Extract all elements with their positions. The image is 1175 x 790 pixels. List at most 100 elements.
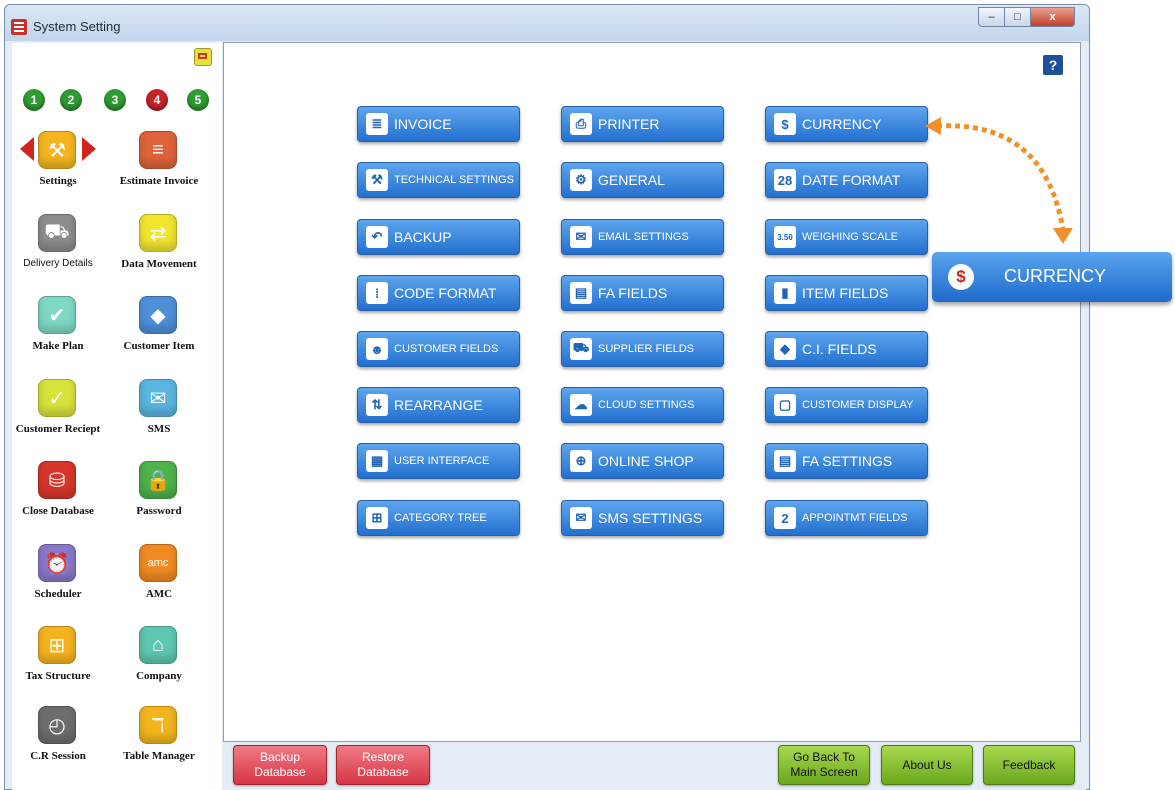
about-us-button[interactable]: About Us [881, 745, 973, 785]
technical-settings-icon: ⚒ [366, 169, 388, 191]
fa-fields-button[interactable]: ▤ FA FIELDS [561, 275, 724, 311]
button-label: C.I. FIELDS [802, 341, 877, 357]
sidebar-item-sms[interactable]: ✉ SMS [109, 379, 209, 449]
page-dot-1[interactable]: 1 [23, 89, 45, 111]
appointmt-fields-button[interactable]: 2 APPOINTMT FIELDS [765, 500, 928, 536]
email-settings-button[interactable]: ✉ EMAIL SETTINGS [561, 219, 724, 255]
app-icon [11, 19, 27, 35]
backup-icon: ↶ [366, 226, 388, 248]
minimize-button[interactable]: – [978, 7, 1005, 27]
sidebar-item-password[interactable]: 🔒 Password [109, 461, 209, 531]
customer-display-button[interactable]: ▢ CUSTOMER DISPLAY [765, 387, 928, 423]
fa-fields-icon: ▤ [570, 282, 592, 304]
sidebar-item-make-plan[interactable]: ✔ Make Plan [8, 296, 108, 366]
sms-settings-button[interactable]: ✉ SMS SETTINGS [561, 500, 724, 536]
sidebar-item-close-database[interactable]: ⛁ Close Database [8, 461, 108, 531]
printer-icon: ⎙ [570, 113, 592, 135]
sidebar-item-customer-reciept[interactable]: ✓ Customer Reciept [8, 379, 108, 449]
help-button[interactable]: ? [1043, 55, 1063, 75]
sidebar-item-settings[interactable]: ⚒ Settings [8, 131, 108, 201]
feedback-button[interactable]: Feedback [983, 745, 1075, 785]
category-tree-button[interactable]: ⊞ CATEGORY TREE [357, 500, 520, 536]
sidebar-item-data-movement[interactable]: ⇄ Data Movement [109, 214, 209, 284]
button-label: CURRENCY [802, 116, 882, 132]
email-icon: ✉ [570, 226, 592, 248]
scheduler-icon: ⏰ [38, 544, 76, 582]
sidebar-item-table-manager[interactable]: ℸ Table Manager [109, 706, 209, 776]
currency-icon: $ [948, 264, 974, 290]
button-label: EMAIL SETTINGS [598, 231, 689, 243]
printer-button[interactable]: ⎙ PRINTER [561, 106, 724, 142]
sidebar-item-customer-item[interactable]: ◆ Customer Item [109, 296, 209, 366]
prev-arrow-icon[interactable] [20, 137, 34, 161]
sidebar-item-scheduler[interactable]: ⏰ Scheduler [8, 544, 108, 614]
button-label: PRINTER [598, 116, 660, 132]
collapse-panel-icon[interactable] [194, 48, 212, 66]
category-tree-icon: ⊞ [366, 507, 388, 529]
close-button[interactable]: x [1030, 7, 1075, 27]
rearrange-button[interactable]: ⇅ REARRANGE [357, 387, 520, 423]
page-dot-5[interactable]: 5 [187, 89, 209, 111]
window-title: System Setting [33, 19, 121, 34]
user-interface-icon: ▦ [366, 450, 388, 472]
sidebar-item-amc[interactable]: amc AMC [109, 544, 209, 614]
gear-icon: ⚙ [570, 169, 592, 191]
item-fields-button[interactable]: ▮ ITEM FIELDS [765, 275, 928, 311]
customer-fields-button[interactable]: ☻ CUSTOMER FIELDS [357, 331, 520, 367]
currency-button[interactable]: $ CURRENCY [765, 106, 928, 142]
page-dot-3[interactable]: 3 [104, 89, 126, 111]
c-i-fields-button[interactable]: ◆ C.I. FIELDS [765, 331, 928, 367]
sidebar-item-company[interactable]: ⌂ Company [109, 626, 209, 696]
customer-item-icon: ◆ [139, 296, 177, 334]
page-dot-2[interactable]: 2 [60, 89, 82, 111]
backup-button[interactable]: ↶ BACKUP [357, 219, 520, 255]
estimate-invoice-icon: ≡ [139, 131, 177, 169]
sidebar-item-label: Estimate Invoice [119, 175, 199, 187]
supplier-fields-button[interactable]: ⛟ SUPPLIER FIELDS [561, 331, 724, 367]
data-movement-icon: ⇄ [139, 214, 177, 252]
backup-database-button[interactable]: Backup Database [233, 745, 327, 785]
next-arrow-icon[interactable] [82, 137, 96, 161]
user-interface-button[interactable]: ▦ USER INTERFACE [357, 443, 520, 479]
cloud-settings-button[interactable]: ☁ CLOUD SETTINGS [561, 387, 724, 423]
table-manager-icon: ℸ [139, 706, 177, 744]
sms-icon: ✉ [139, 379, 177, 417]
sidebar-item-label: Company [136, 670, 182, 682]
globe-icon: ⊕ [570, 450, 592, 472]
supplier-truck-icon: ⛟ [570, 338, 592, 360]
code-format-button[interactable]: ⁞ CODE FORMAT [357, 275, 520, 311]
sidebar-item-c-r-session[interactable]: ◴ C.R Session [8, 706, 108, 776]
restore-database-button[interactable]: Restore Database [336, 745, 430, 785]
sidebar-item-label: Make Plan [32, 340, 84, 352]
online-shop-button[interactable]: ⊕ ONLINE SHOP [561, 443, 724, 479]
maximize-button[interactable]: □ [1004, 7, 1031, 27]
button-label: SUPPLIER FIELDS [598, 343, 694, 355]
customer-fields-icon: ☻ [366, 338, 388, 360]
button-label: REARRANGE [394, 397, 483, 413]
date-format-button[interactable]: 28 DATE FORMAT [765, 162, 928, 198]
page-dot-4[interactable]: 4 [146, 89, 168, 111]
general-button[interactable]: ⚙ GENERAL [561, 162, 724, 198]
technical-settings-button[interactable]: ⚒ TECHNICAL SETTINGS [357, 162, 520, 198]
backup-line1: Backup [259, 750, 301, 764]
currency-callout: $ CURRENCY [932, 252, 1172, 302]
restore-line1: Restore [361, 750, 405, 764]
goback-line2: Main Screen [790, 765, 858, 779]
title-bar: System Setting – □ x [5, 5, 1089, 41]
button-label: ITEM FIELDS [802, 285, 889, 301]
goback-line1: Go Back To [793, 750, 855, 764]
fa-settings-icon: ▤ [774, 450, 796, 472]
invoice-icon: ≣ [366, 113, 388, 135]
weighing-scale-button[interactable]: 3.50 WEIGHING SCALE [765, 219, 928, 255]
button-label: USER INTERFACE [394, 455, 490, 467]
invoice-button[interactable]: ≣ INVOICE [357, 106, 520, 142]
sidebar-item-estimate-invoice[interactable]: ≡ Estimate Invoice [109, 131, 209, 201]
sidebar-item-delivery-details[interactable]: ⛟ Delivery Details [8, 214, 108, 284]
sidebar-item-tax-structure[interactable]: ⊞ Tax Structure [8, 626, 108, 696]
fa-settings-button[interactable]: ▤ FA SETTINGS [765, 443, 928, 479]
go-back-main-screen-button[interactable]: Go Back To Main Screen [778, 745, 870, 785]
appointment-calendar-icon: 2 [774, 507, 796, 529]
sidebar-item-label: Customer Item [123, 340, 195, 352]
sidebar-item-label: AMC [145, 588, 173, 600]
sidebar-item-label: Settings [39, 175, 77, 187]
